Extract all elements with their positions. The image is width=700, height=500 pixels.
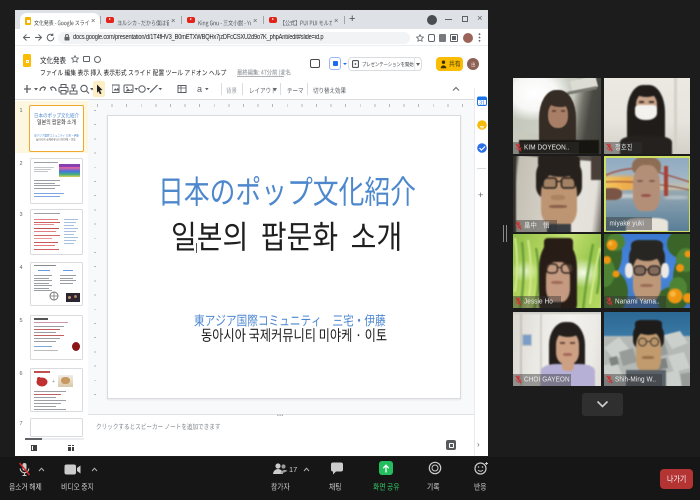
svg-text:31: 31: [479, 100, 485, 106]
svg-text:a: a: [197, 84, 202, 94]
